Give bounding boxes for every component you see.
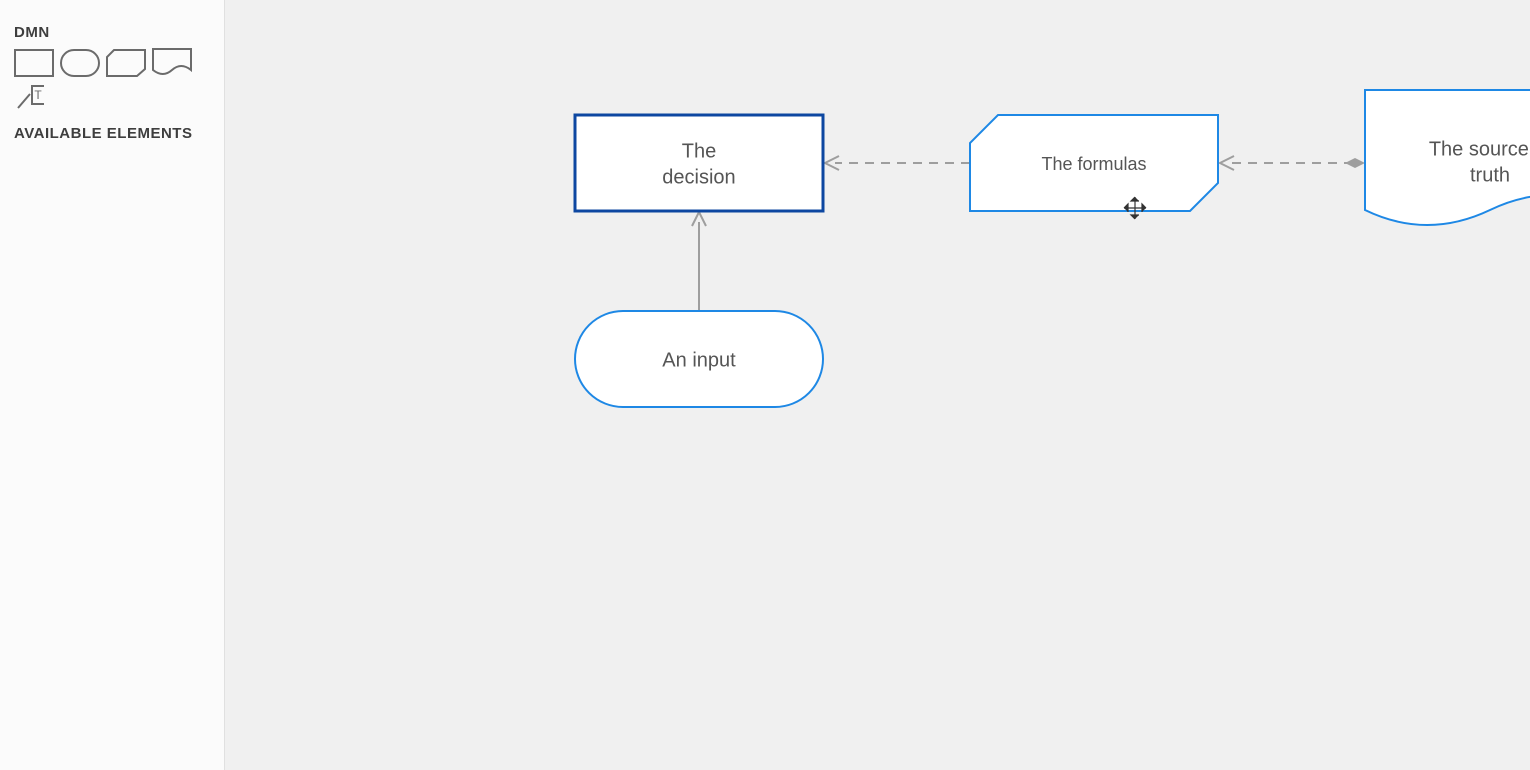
node-knowledge-source[interactable]: The source of truth [1365, 90, 1530, 225]
node-decision[interactable]: The decision [575, 115, 823, 211]
node-bkm-label: The formulas [1041, 154, 1146, 174]
node-ksource-label-line2: truth [1470, 164, 1510, 186]
svg-text:T: T [34, 88, 42, 102]
palette-row-1 [14, 49, 212, 77]
palette-bkm-shape[interactable] [106, 49, 146, 77]
knowledge-source-shape-icon [152, 48, 192, 78]
node-bkm[interactable]: The formulas [970, 115, 1218, 211]
sidebar: DMN T AVAILABLE E [0, 0, 225, 770]
sidebar-section-dmn-title: DMN [14, 24, 212, 41]
diagram-canvas[interactable]: The decision The formulas The source of … [225, 0, 1530, 770]
sidebar-section-available-title: AVAILABLE ELEMENTS [14, 125, 212, 142]
edge-input-to-decision[interactable] [692, 212, 706, 311]
node-decision-label-line2: decision [662, 166, 735, 188]
text-annotation-shape-icon: T [14, 82, 54, 112]
palette-decision-shape[interactable] [14, 49, 54, 77]
palette-knowledge-source-shape[interactable] [152, 49, 192, 77]
node-ksource-label-line1: The source of [1429, 138, 1530, 160]
edge-bkm-to-decision[interactable] [825, 156, 970, 170]
node-input-data[interactable]: An input [575, 311, 823, 407]
diagram-svg: The decision The formulas The source of … [225, 0, 1530, 770]
node-decision-label-line1: The [682, 140, 716, 162]
decision-shape-icon [14, 49, 54, 77]
node-input-label: An input [662, 349, 736, 371]
palette-row-2: T [14, 83, 212, 111]
palette-input-data-shape[interactable] [60, 49, 100, 77]
input-data-shape-icon [60, 49, 100, 77]
edge-ksource-to-bkm[interactable] [1220, 156, 1365, 170]
app-root: DMN T AVAILABLE E [0, 0, 1530, 770]
bkm-shape-icon [106, 49, 146, 77]
palette-text-annotation-shape[interactable]: T [14, 83, 54, 111]
